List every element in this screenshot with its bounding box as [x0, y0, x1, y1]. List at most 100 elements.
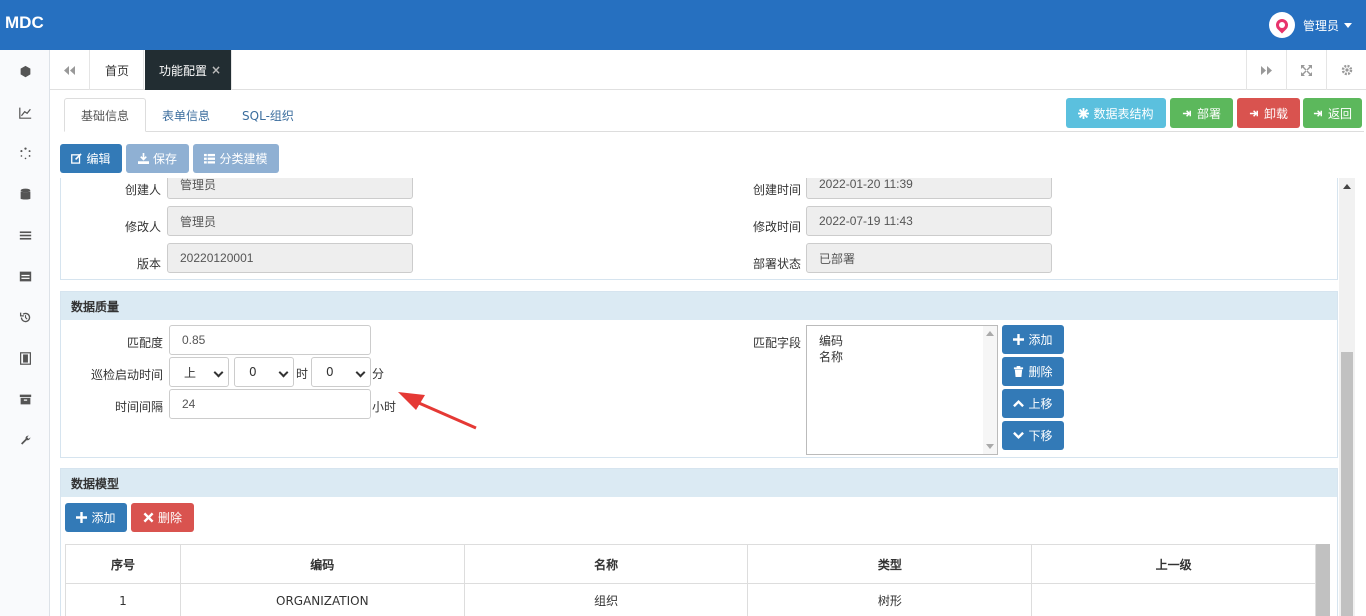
col-header-type[interactable]: 类型	[747, 544, 1033, 584]
data-model-title: 数据模型	[61, 469, 1337, 497]
settings-button[interactable]	[1326, 50, 1366, 90]
top-bar: MDC 管理员	[0, 0, 1366, 50]
match-fields-label: 匹配字段	[752, 336, 801, 350]
version-field: 20220120001	[167, 243, 413, 273]
close-tab-icon[interactable]: ×	[211, 63, 221, 77]
ampm-select[interactable]: 上	[169, 357, 229, 387]
cell-code: ORGANIZATION	[179, 583, 465, 616]
deploy-status-field: 已部署	[806, 243, 1052, 273]
form-scroll-area: 创建人 管理员 修改人 管理员 版本 20220120001 创建时间 2022…	[60, 178, 1338, 616]
list-icon[interactable]	[0, 225, 50, 245]
plus-icon	[76, 512, 88, 523]
chevron-up-icon	[1013, 399, 1025, 408]
list-item[interactable]: 编码	[819, 332, 843, 349]
version-label: 版本	[136, 257, 161, 271]
cell-parent	[1031, 583, 1316, 616]
scroll-tabs-right-button[interactable]	[1246, 50, 1286, 90]
deploy-status-label: 部署状态	[752, 257, 801, 271]
add-model-button[interactable]: 添加	[65, 503, 127, 532]
close-icon	[143, 512, 154, 523]
data-quality-title: 数据质量	[61, 292, 1337, 320]
plus-icon	[1013, 334, 1025, 345]
table-icon[interactable]	[0, 266, 50, 286]
scroll-up-icon	[1343, 184, 1351, 189]
subtab-form-info[interactable]: 表单信息	[146, 98, 226, 132]
form-scrollbar[interactable]	[1339, 178, 1355, 616]
back-button[interactable]: 返回	[1303, 98, 1362, 128]
table-row[interactable]: 1 ORGANIZATION 组织 树形	[65, 583, 1316, 616]
move-up-button[interactable]: 上移	[1002, 389, 1064, 418]
line-chart-icon[interactable]	[0, 102, 50, 122]
spinner-icon[interactable]	[0, 143, 50, 163]
undeploy-button[interactable]: 卸载	[1237, 98, 1300, 128]
table-scrollbar[interactable]	[1316, 544, 1330, 616]
download-icon	[137, 153, 149, 164]
interval-input[interactable]: 24	[169, 389, 371, 419]
scroll-up-icon	[986, 331, 994, 336]
scrollbar-thumb[interactable]	[1341, 352, 1353, 616]
subtab-sql-org[interactable]: SQL-组织	[226, 98, 310, 132]
expand-icon	[1301, 64, 1312, 76]
classify-model-button[interactable]: 分类建模	[193, 144, 279, 173]
move-down-button[interactable]: 下移	[1002, 421, 1064, 450]
minute-select[interactable]: 0	[311, 357, 371, 387]
list-scrollbar[interactable]	[983, 326, 997, 454]
app-logo[interactable]: MDC	[5, 13, 44, 33]
hour-select[interactable]: 0	[234, 357, 294, 387]
list-icon	[204, 153, 216, 164]
col-header-code[interactable]: 编码	[179, 544, 465, 584]
database-icon[interactable]	[0, 184, 50, 204]
chevron-down-icon	[355, 367, 366, 378]
data-model-panel: 数据模型 添加 删除 序号 编码 名称 类型 上一级 1 ORGANIZATIO…	[60, 468, 1338, 616]
cell-index: 1	[65, 583, 181, 616]
trash-icon	[1014, 366, 1024, 377]
creator-label: 创建人	[124, 183, 161, 197]
hour-unit: 时	[295, 367, 308, 381]
table-structure-button[interactable]: 数据表结构	[1066, 98, 1166, 128]
delete-field-button[interactable]: 删除	[1002, 357, 1064, 386]
match-input[interactable]: 0.85	[169, 325, 371, 355]
archive-icon[interactable]	[0, 389, 50, 409]
tab-bar: 首页 功能配置 ×	[50, 50, 1366, 90]
minute-unit: 分	[371, 367, 384, 381]
fullscreen-button[interactable]	[1286, 50, 1326, 90]
col-header-parent[interactable]: 上一级	[1031, 544, 1316, 584]
col-header-name[interactable]: 名称	[463, 544, 749, 584]
col-header-index[interactable]: 序号	[65, 544, 181, 584]
edit-button[interactable]: 编辑	[60, 144, 122, 173]
hand-point-icon	[1182, 109, 1191, 117]
save-button[interactable]: 保存	[126, 144, 189, 173]
interval-label: 时间间隔	[114, 400, 163, 414]
subtab-basic-info[interactable]: 基础信息	[64, 98, 147, 132]
backward-icon	[64, 65, 75, 75]
delete-model-button[interactable]: 删除	[131, 503, 194, 532]
created-time-field: 2022-01-20 11:39	[806, 178, 1052, 199]
tab-home[interactable]: 首页	[91, 50, 145, 90]
table-header-row: 序号 编码 名称 类型 上一级	[65, 544, 1316, 584]
modifier-label: 修改人	[124, 220, 161, 234]
modified-time-field: 2022-07-19 11:43	[806, 206, 1052, 236]
hand-point-icon	[1249, 109, 1258, 117]
modified-time-label: 修改时间	[752, 220, 801, 234]
add-field-button[interactable]: 添加	[1002, 325, 1064, 354]
match-fields-list[interactable]: 编码 名称	[806, 325, 998, 455]
basic-info-panel: 创建人 管理员 修改人 管理员 版本 20220120001 创建时间 2022…	[60, 178, 1338, 280]
inspect-time-label: 巡检启动时间	[90, 368, 163, 382]
film-icon[interactable]	[0, 348, 50, 368]
history-icon[interactable]	[0, 307, 50, 327]
sidebar	[0, 50, 50, 616]
wrench-icon[interactable]	[0, 430, 50, 450]
avatar	[1268, 12, 1295, 38]
scroll-tabs-left-button[interactable]	[50, 50, 90, 90]
deploy-button[interactable]: 部署	[1170, 98, 1233, 128]
cube-icon[interactable]	[0, 61, 50, 81]
tab-function-config[interactable]: 功能配置 ×	[145, 50, 233, 90]
user-menu[interactable]: 管理员	[1268, 12, 1352, 38]
match-label: 匹配度	[126, 336, 163, 350]
subtabs: 基础信息 表单信息 SQL-组织	[64, 98, 310, 132]
edit-icon	[71, 153, 83, 164]
data-quality-panel: 数据质量 匹配度 0.85 巡检启动时间 上 0 时 0 分 时间间隔 24 小…	[60, 291, 1338, 458]
list-item[interactable]: 名称	[819, 348, 843, 365]
asterisk-icon	[1078, 107, 1090, 119]
scroll-down-icon	[986, 444, 994, 449]
